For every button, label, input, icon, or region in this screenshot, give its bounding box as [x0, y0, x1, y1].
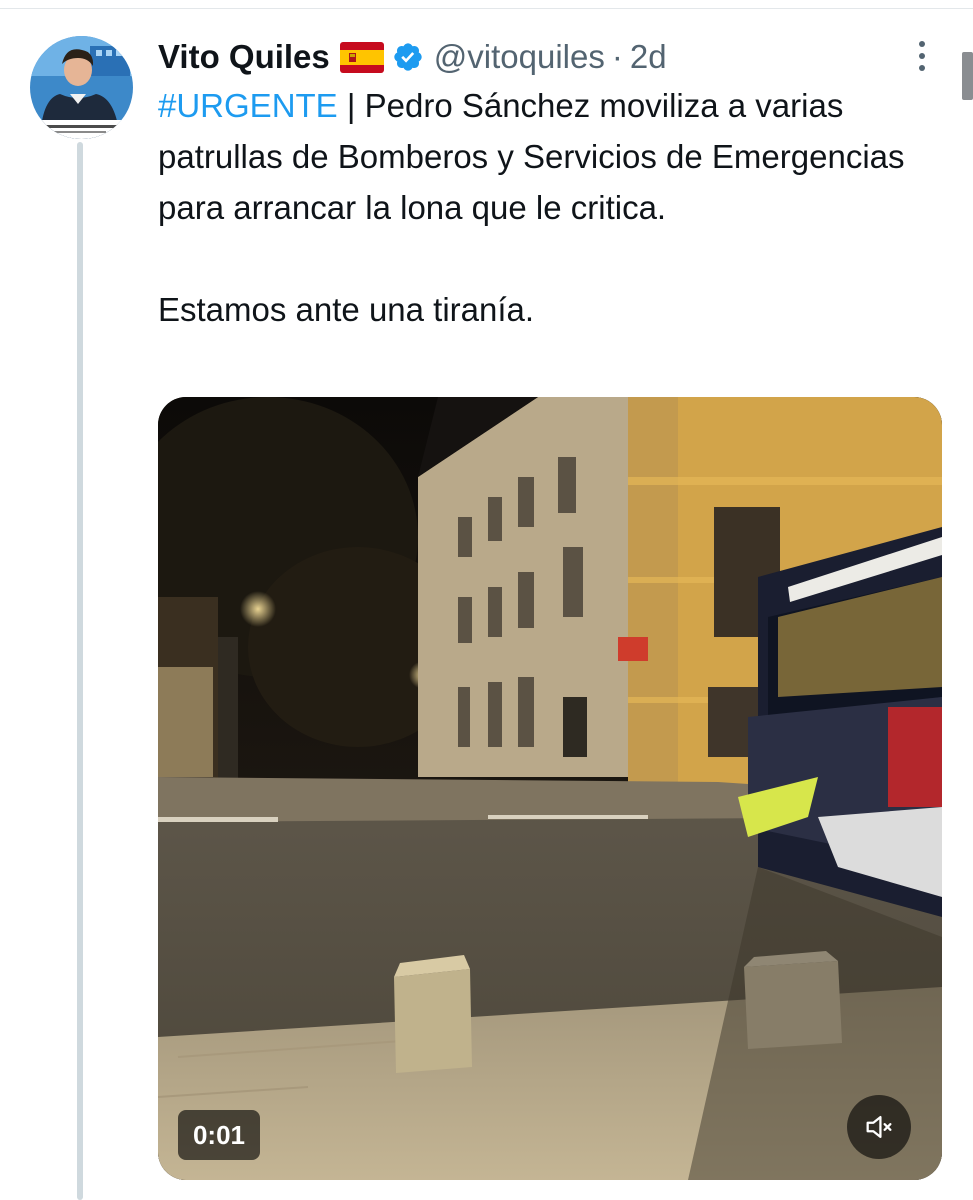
- scrollbar-thumb[interactable]: [962, 52, 973, 100]
- author-handle[interactable]: @vitoquiles: [434, 38, 605, 76]
- volume-muted-icon: [866, 1115, 892, 1139]
- video-player[interactable]: 0:01: [158, 397, 942, 1180]
- top-divider: [0, 8, 973, 9]
- hashtag-link[interactable]: #URGENTE: [158, 87, 338, 124]
- verified-badge-icon: [392, 41, 424, 73]
- thread-connector-line: [77, 142, 83, 1200]
- author-display-name[interactable]: Vito Quiles: [158, 38, 330, 76]
- tweet-timestamp[interactable]: 2d: [630, 38, 667, 76]
- tweet-body: #URGENTE | Pedro Sánchez moviliza a vari…: [158, 80, 948, 335]
- tweet-card: Vito Quiles @vitoquiles · 2d #URGENTE | …: [0, 0, 973, 1200]
- separator-dot: ·: [611, 38, 623, 75]
- avatar[interactable]: [30, 36, 133, 139]
- tweet-text-paragraph-2: Estamos ante una tiranía.: [158, 291, 535, 328]
- mute-toggle-button[interactable]: [847, 1095, 911, 1159]
- video-frame: [158, 397, 942, 1180]
- more-options-icon[interactable]: [908, 38, 936, 74]
- tweet-text-paragraph-1: #URGENTE | Pedro Sánchez moviliza a vari…: [158, 80, 948, 233]
- video-elapsed-time: 0:01: [178, 1110, 260, 1160]
- tweet-header: Vito Quiles @vitoquiles · 2d: [158, 30, 667, 84]
- spain-flag-icon: [339, 41, 384, 73]
